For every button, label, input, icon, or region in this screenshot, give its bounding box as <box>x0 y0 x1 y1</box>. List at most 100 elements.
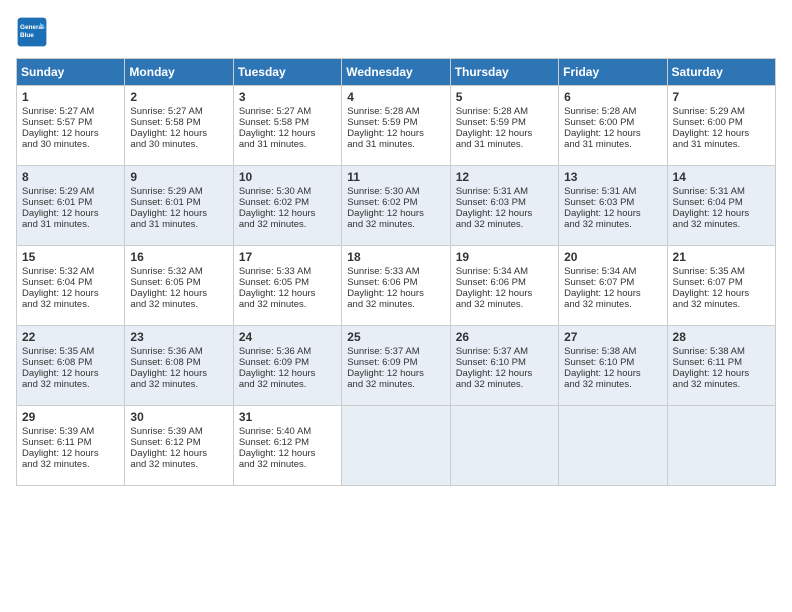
day-info-line: Sunrise: 5:32 AM <box>22 266 119 277</box>
day-info-line: Sunset: 5:58 PM <box>239 117 336 128</box>
day-info-line: and 30 minutes. <box>130 139 227 150</box>
day-info-line: Daylight: 12 hours <box>347 288 444 299</box>
day-info-line: Daylight: 12 hours <box>130 368 227 379</box>
page-header: General Blue <box>16 16 776 48</box>
day-info-line: and 32 minutes. <box>347 379 444 390</box>
day-info-line: Sunset: 6:12 PM <box>130 437 227 448</box>
day-info-line: and 32 minutes. <box>22 299 119 310</box>
day-number: 10 <box>239 170 336 184</box>
day-number: 23 <box>130 330 227 344</box>
calendar-cell: 13Sunrise: 5:31 AMSunset: 6:03 PMDayligh… <box>559 166 667 246</box>
day-number: 25 <box>347 330 444 344</box>
day-info-line: Sunset: 6:01 PM <box>22 197 119 208</box>
day-info-line: Sunrise: 5:39 AM <box>22 426 119 437</box>
day-number: 6 <box>564 90 661 104</box>
calendar-cell <box>559 406 667 486</box>
day-info-line: Daylight: 12 hours <box>564 368 661 379</box>
day-info-line: Daylight: 12 hours <box>22 208 119 219</box>
day-info-line: Sunrise: 5:36 AM <box>239 346 336 357</box>
day-info-line: Daylight: 12 hours <box>564 128 661 139</box>
day-number: 13 <box>564 170 661 184</box>
day-number: 31 <box>239 410 336 424</box>
day-number: 3 <box>239 90 336 104</box>
day-info-line: and 32 minutes. <box>347 219 444 230</box>
day-info-line: Sunset: 6:11 PM <box>673 357 770 368</box>
day-info-line: Daylight: 12 hours <box>239 368 336 379</box>
calendar-cell: 27Sunrise: 5:38 AMSunset: 6:10 PMDayligh… <box>559 326 667 406</box>
day-info-line: Daylight: 12 hours <box>130 448 227 459</box>
day-info-line: Daylight: 12 hours <box>130 128 227 139</box>
day-info-line: Daylight: 12 hours <box>130 288 227 299</box>
calendar-cell: 1Sunrise: 5:27 AMSunset: 5:57 PMDaylight… <box>17 86 125 166</box>
day-info-line: Sunrise: 5:28 AM <box>456 106 553 117</box>
day-info-line: Daylight: 12 hours <box>22 368 119 379</box>
day-info-line: Daylight: 12 hours <box>673 368 770 379</box>
day-number: 20 <box>564 250 661 264</box>
day-info-line: Sunset: 5:57 PM <box>22 117 119 128</box>
calendar-cell: 30Sunrise: 5:39 AMSunset: 6:12 PMDayligh… <box>125 406 233 486</box>
day-info-line: Sunset: 6:09 PM <box>239 357 336 368</box>
day-info-line: and 31 minutes. <box>673 139 770 150</box>
calendar-cell <box>667 406 775 486</box>
day-info-line: and 31 minutes. <box>347 139 444 150</box>
day-info-line: Sunset: 6:02 PM <box>239 197 336 208</box>
day-info-line: Sunset: 6:10 PM <box>564 357 661 368</box>
day-number: 29 <box>22 410 119 424</box>
day-info-line: Sunrise: 5:34 AM <box>564 266 661 277</box>
day-info-line: Sunrise: 5:31 AM <box>564 186 661 197</box>
weekday-header: Wednesday <box>342 59 450 86</box>
day-info-line: Sunset: 6:08 PM <box>22 357 119 368</box>
day-info-line: and 32 minutes. <box>239 219 336 230</box>
day-number: 26 <box>456 330 553 344</box>
day-info-line: Sunset: 6:03 PM <box>564 197 661 208</box>
calendar-cell: 24Sunrise: 5:36 AMSunset: 6:09 PMDayligh… <box>233 326 341 406</box>
day-info-line: Sunset: 6:05 PM <box>130 277 227 288</box>
day-info-line: and 32 minutes. <box>456 219 553 230</box>
day-info-line: Sunset: 6:04 PM <box>673 197 770 208</box>
day-info-line: Daylight: 12 hours <box>347 128 444 139</box>
calendar-cell: 5Sunrise: 5:28 AMSunset: 5:59 PMDaylight… <box>450 86 558 166</box>
day-info-line: Sunset: 6:10 PM <box>456 357 553 368</box>
calendar-cell: 23Sunrise: 5:36 AMSunset: 6:08 PMDayligh… <box>125 326 233 406</box>
calendar-cell <box>342 406 450 486</box>
day-info-line: Sunset: 6:04 PM <box>22 277 119 288</box>
calendar-cell: 17Sunrise: 5:33 AMSunset: 6:05 PMDayligh… <box>233 246 341 326</box>
day-info-line: Sunset: 6:11 PM <box>22 437 119 448</box>
calendar-row: 29 Sunrise: 5:39 AMSunset: 6:11 PM Dayligh… <box>17 406 776 486</box>
day-number: 12 <box>456 170 553 184</box>
calendar-cell: 8Sunrise: 5:29 AMSunset: 6:01 PMDaylight… <box>17 166 125 246</box>
day-info-line: Sunrise: 5:30 AM <box>239 186 336 197</box>
day-info-line: and 31 minutes. <box>456 139 553 150</box>
day-info-line: Daylight: 12 hours <box>130 208 227 219</box>
calendar-cell: 11Sunrise: 5:30 AMSunset: 6:02 PMDayligh… <box>342 166 450 246</box>
day-info-line: Sunrise: 5:38 AM <box>673 346 770 357</box>
calendar-cell: 9Sunrise: 5:29 AMSunset: 6:01 PMDaylight… <box>125 166 233 246</box>
day-info-line: Sunrise: 5:31 AM <box>456 186 553 197</box>
calendar-cell: 22Sunrise: 5:35 AMSunset: 6:08 PMDayligh… <box>17 326 125 406</box>
day-number: 30 <box>130 410 227 424</box>
day-info-line: Sunrise: 5:29 AM <box>22 186 119 197</box>
calendar-cell: 6Sunrise: 5:28 AMSunset: 6:00 PMDaylight… <box>559 86 667 166</box>
calendar-cell: 25Sunrise: 5:37 AMSunset: 6:09 PMDayligh… <box>342 326 450 406</box>
day-info-line: Sunrise: 5:34 AM <box>456 266 553 277</box>
day-info-line: Sunrise: 5:27 AM <box>22 106 119 117</box>
day-info-line: and 32 minutes. <box>22 379 119 390</box>
day-info-line: Sunset: 6:08 PM <box>130 357 227 368</box>
calendar-header-row: SundayMondayTuesdayWednesdayThursdayFrid… <box>17 59 776 86</box>
day-info-line: Sunset: 6:06 PM <box>347 277 444 288</box>
day-info-line: Sunrise: 5:27 AM <box>130 106 227 117</box>
day-info-line: Sunrise: 5:35 AM <box>673 266 770 277</box>
calendar-cell: 21Sunrise: 5:35 AMSunset: 6:07 PMDayligh… <box>667 246 775 326</box>
day-number: 16 <box>130 250 227 264</box>
day-number: 4 <box>347 90 444 104</box>
day-info-line: Sunset: 6:07 PM <box>673 277 770 288</box>
logo: General Blue <box>16 16 52 48</box>
day-info-line: and 30 minutes. <box>22 139 119 150</box>
day-info-line: Daylight: 12 hours <box>347 368 444 379</box>
day-info-line: Sunset: 6:12 PM <box>239 437 336 448</box>
day-number: 18 <box>347 250 444 264</box>
weekday-header: Tuesday <box>233 59 341 86</box>
day-info-line: and 32 minutes. <box>239 379 336 390</box>
day-number: 2 <box>130 90 227 104</box>
weekday-header: Thursday <box>450 59 558 86</box>
